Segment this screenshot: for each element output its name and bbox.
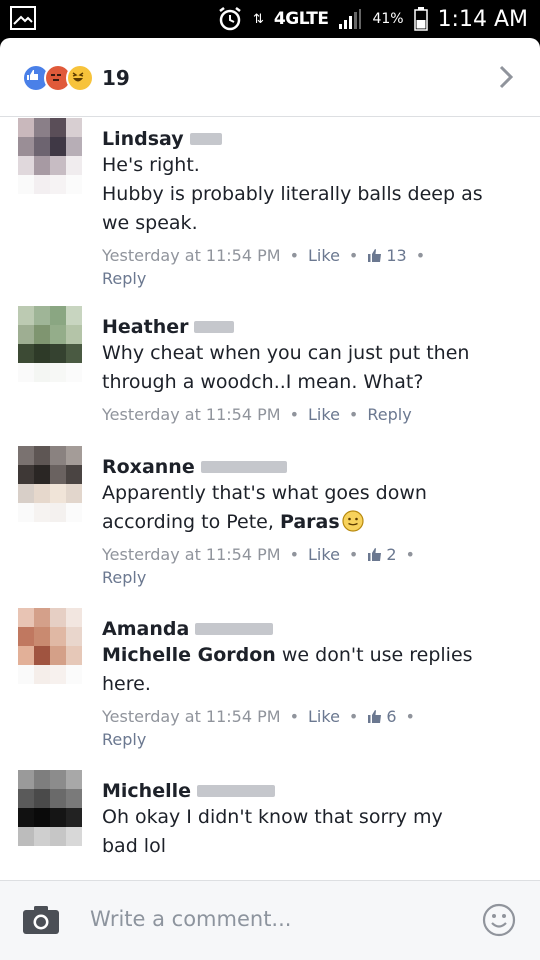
reply-button[interactable]: Reply (102, 568, 146, 587)
like-count[interactable]: 6 (367, 707, 397, 726)
comment-text: Why cheat when you can just put then thr… (102, 342, 470, 393)
reactions-summary[interactable]: 19 (22, 64, 130, 92)
comment-composer: Write a comment... (0, 880, 540, 960)
data-arrows-icon: ⇅ (253, 11, 264, 27)
like-button[interactable]: Like (308, 405, 340, 424)
camera-icon[interactable] (22, 905, 60, 935)
chevron-right-icon[interactable] (496, 64, 516, 90)
comments-sheet: 19 Lindsay He's right. Hubby is probably… (0, 38, 540, 960)
signal-icon (339, 9, 362, 29)
redacted-surname (194, 321, 235, 333)
comment-timestamp[interactable]: Yesterday at 11:54 PM (102, 246, 281, 265)
like-count[interactable]: 2 (367, 545, 397, 564)
like-button[interactable]: Like (308, 707, 340, 726)
commenter-name[interactable]: Amanda (102, 618, 522, 640)
avatar[interactable] (18, 608, 82, 684)
comment-input[interactable]: Write a comment... (90, 907, 291, 931)
redacted-surname (195, 623, 274, 635)
comment-text: Apparently that's what goes down accordi… (102, 482, 427, 533)
like-button[interactable]: Like (308, 246, 340, 265)
reaction-count: 19 (102, 66, 130, 90)
smiley-emoji-icon (342, 510, 364, 532)
reply-button[interactable]: Reply (367, 405, 411, 424)
gallery-notification-icon (10, 6, 36, 30)
like-button[interactable]: Like (308, 545, 340, 564)
avatar[interactable] (18, 446, 82, 522)
tagged-user[interactable]: Paras (280, 511, 340, 533)
redacted-surname (189, 133, 222, 145)
status-bar: ⇅ 4GLTE 41% 1:14 AM (0, 0, 540, 38)
comment-meta: Yesterday at 11:54 PM • Like • Reply (102, 405, 412, 424)
reply-button[interactable]: Reply (102, 730, 146, 749)
comment-timestamp[interactable]: Yesterday at 11:54 PM (102, 545, 281, 564)
redacted-surname (197, 785, 276, 797)
battery-icon (413, 7, 428, 31)
commenter-name[interactable]: Heather (102, 316, 522, 338)
battery-percent: 41% (372, 11, 404, 27)
commenter-name[interactable]: Lindsay (102, 128, 522, 150)
tagged-user[interactable]: Michelle Gordon (102, 644, 276, 666)
reactions-header[interactable]: 19 (0, 38, 540, 117)
redacted-surname (200, 461, 287, 473)
clock: 1:14 AM (437, 6, 528, 32)
commenter-name[interactable]: Michelle (102, 780, 522, 802)
commenter-name[interactable]: Roxanne (102, 456, 522, 478)
sticker-emoji-icon[interactable] (482, 903, 516, 937)
haha-reaction-icon (66, 64, 94, 92)
like-count[interactable]: 13 (367, 246, 407, 265)
thumbs-up-icon (368, 548, 382, 561)
network-type: 4GLTE (273, 9, 329, 29)
comment-text: Michelle Gordon we don't use replies her… (102, 644, 473, 695)
comment-timestamp[interactable]: Yesterday at 11:54 PM (102, 707, 281, 726)
reply-button[interactable]: Reply (102, 269, 146, 288)
comment-meta: Yesterday at 11:54 PM • Like • 13 • Reply (102, 246, 426, 288)
comment-timestamp[interactable]: Yesterday at 11:54 PM (102, 405, 281, 424)
avatar[interactable] (18, 770, 82, 846)
comment-text: He's right. Hubby is probably literally … (102, 154, 483, 234)
comment-text: Oh okay I didn't know that sorry my bad … (102, 806, 443, 857)
thumbs-up-icon (368, 249, 382, 262)
comment-meta: Yesterday at 11:54 PM • Like • 2 • Reply (102, 545, 415, 587)
alarm-icon (219, 7, 241, 31)
thumbs-up-icon (368, 710, 382, 723)
comment-meta: Yesterday at 11:54 PM • Like • 6 • Reply (102, 707, 415, 749)
avatar[interactable] (18, 118, 82, 194)
avatar[interactable] (18, 306, 82, 382)
